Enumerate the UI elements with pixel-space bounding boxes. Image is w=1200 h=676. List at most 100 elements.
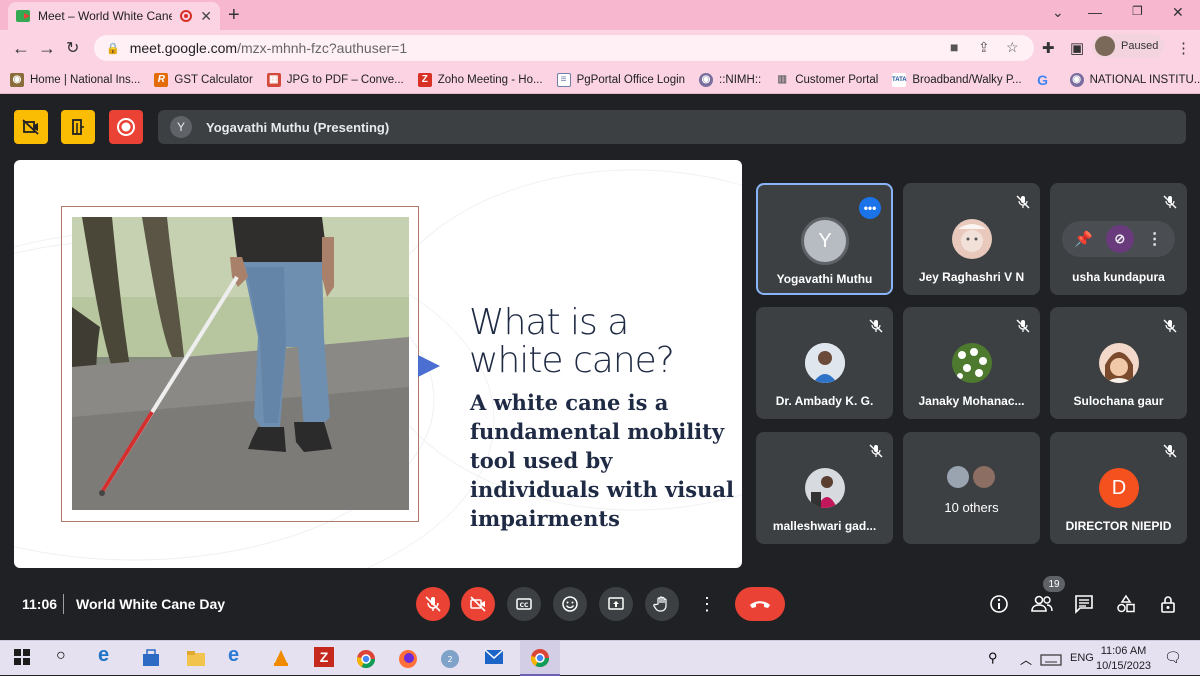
show-hidden-icons-chevron[interactable]: ︿ xyxy=(1020,651,1032,668)
captions-button[interactable]: CC xyxy=(507,587,541,621)
participant-tile[interactable]: malleshwari gad... xyxy=(756,432,893,544)
keyboard-icon[interactable] xyxy=(1040,653,1062,671)
chat-button[interactable] xyxy=(1074,594,1094,619)
activities-button[interactable] xyxy=(1116,594,1136,619)
participant-group-tile[interactable]: 10 others xyxy=(903,432,1040,544)
participant-name: malleshwari gad... xyxy=(772,519,877,533)
participant-avatar-photo xyxy=(1099,343,1139,383)
people-button[interactable] xyxy=(1031,594,1053,619)
slide-body: A white cane is a fundamental mobility t… xyxy=(470,390,734,531)
remote-desktop-icon[interactable]: 2 xyxy=(440,649,460,674)
presenter-label: Yogavathi Muthu (Presenting) xyxy=(206,119,390,135)
raise-hand-button[interactable] xyxy=(645,587,679,621)
mute-participant-icon[interactable]: ⊘ xyxy=(1105,225,1134,253)
bookmark-item[interactable]: ◉ NATIONAL INSTITU... xyxy=(1069,72,1200,87)
tile-more-icon[interactable]: ⋮ xyxy=(1147,229,1163,249)
leave-call-button[interactable] xyxy=(735,587,785,621)
participant-avatar-photo xyxy=(952,343,992,383)
participant-tile[interactable]: ••• Y Yogavathi Muthu xyxy=(756,183,893,295)
microphone-toggle-button[interactable] xyxy=(416,587,450,621)
reload-icon[interactable]: ↻ xyxy=(66,38,79,58)
filezilla-icon[interactable]: Z xyxy=(314,647,334,667)
mic-off-icon xyxy=(1163,444,1177,461)
building-icon xyxy=(72,119,84,135)
companion-mode-indicator[interactable] xyxy=(61,110,95,144)
bookmark-item[interactable]: Z Zoho Meeting - Ho... xyxy=(417,72,543,87)
store-icon[interactable] xyxy=(142,649,160,672)
lock-icon[interactable]: 🔒 xyxy=(106,42,120,55)
bookmark-item[interactable]: ▦ JPG to PDF – Conve... xyxy=(266,72,404,87)
present-screen-button[interactable] xyxy=(599,587,633,621)
host-controls-button[interactable] xyxy=(1158,594,1178,619)
profile-status: Paused xyxy=(1121,40,1159,52)
url-path: /mzx-mhnh-fzc?authuser=1 xyxy=(237,40,408,56)
participant-tile[interactable]: Dr. Ambady K. G. xyxy=(756,307,893,419)
bookmark-item[interactable]: ◉ Home | National Ins... xyxy=(10,72,140,87)
bookmarks-bar: ◉ Home | National Ins... R GST Calculator … xyxy=(0,66,1200,94)
meeting-details-button[interactable] xyxy=(989,594,1009,619)
closed-captions-icon: CC xyxy=(516,598,532,610)
new-tab-icon[interactable]: + xyxy=(228,4,240,27)
notifications-icon[interactable]: 🗨 xyxy=(1164,649,1182,666)
presenting-bar: Y Yogavathi Muthu (Presenting) xyxy=(158,110,1186,144)
chrome-active-icon[interactable] xyxy=(520,641,560,676)
participant-name: Jey Raghashri V N xyxy=(918,270,1025,284)
vlc-icon[interactable] xyxy=(272,649,290,672)
chrome-icon[interactable] xyxy=(356,649,376,674)
camera-off-indicator[interactable] xyxy=(14,110,48,144)
bookmark-item[interactable]: ◉::NIMH:: xyxy=(699,72,761,87)
firefox-icon[interactable] xyxy=(398,649,418,674)
close-window-icon[interactable]: ✕ xyxy=(1172,4,1184,21)
profile-button[interactable]: Paused xyxy=(1092,34,1164,58)
participant-tile[interactable]: Janaky Mohanac... xyxy=(903,307,1040,419)
menu-kebab-icon[interactable]: ⋮ xyxy=(1176,39,1191,57)
share-icon[interactable]: ⇪ xyxy=(978,39,990,56)
mail-icon[interactable] xyxy=(484,649,504,670)
camera-toggle-button[interactable] xyxy=(461,587,495,621)
bookmark-item[interactable]: ▥ Customer Portal xyxy=(775,73,878,87)
language-indicator[interactable]: ENG xyxy=(1070,652,1094,664)
mic-off-icon xyxy=(1163,195,1177,212)
bookmark-item[interactable]: ≡ PgPortal Office Login xyxy=(556,72,685,87)
extensions-icon[interactable]: ✚ xyxy=(1042,39,1055,57)
participant-tile[interactable]: Sulochana gaur xyxy=(1050,307,1187,419)
pin-icon[interactable]: 📌 xyxy=(1074,230,1093,248)
edge-legacy-icon[interactable]: e xyxy=(98,644,109,667)
address-bar[interactable]: 🔒 meet.google.com/mzx-mhnh-fzc?authuser=… xyxy=(94,35,1034,61)
bookmark-item[interactable]: G xyxy=(1036,72,1056,88)
meet-logo-icon xyxy=(16,10,30,22)
bookmark-item[interactable]: R GST Calculator xyxy=(154,72,253,87)
participant-name: DIRECTOR NIEPID xyxy=(1065,519,1172,533)
participant-tile[interactable]: Jey Raghashri V N xyxy=(903,183,1040,295)
back-icon[interactable]: ← xyxy=(12,38,30,59)
search-circle-icon[interactable]: ○ xyxy=(56,647,66,665)
bookmark-star-icon[interactable]: ☆ xyxy=(1006,39,1019,56)
participant-avatar-photo xyxy=(952,219,992,259)
restore-icon[interactable]: ❐ xyxy=(1132,4,1143,18)
participant-tile[interactable]: D DIRECTOR NIEPID xyxy=(1050,432,1187,544)
participant-avatar-photo xyxy=(805,468,845,508)
group-avatar-1 xyxy=(947,466,969,488)
reactions-button[interactable] xyxy=(553,587,587,621)
presentation-slide: What is a white cane? A white cane is a … xyxy=(14,160,742,568)
windows-start-icon[interactable] xyxy=(14,649,30,670)
file-explorer-icon[interactable] xyxy=(186,649,206,672)
people-tray-icon[interactable]: ⚲ xyxy=(988,650,998,666)
close-tab-icon[interactable]: ✕ xyxy=(200,8,212,25)
participant-name: Yogavathi Muthu xyxy=(776,272,873,286)
internet-explorer-icon[interactable]: e xyxy=(228,644,239,667)
side-panel-icon[interactable]: ▣ xyxy=(1070,39,1084,57)
camera-in-use-icon[interactable]: ■ xyxy=(950,39,958,55)
tab-meet[interactable]: Meet – World White Cane D ✕ xyxy=(8,2,220,30)
bookmark-item[interactable]: TATA Broadband/Walky P... xyxy=(892,72,1022,87)
forward-icon[interactable]: → xyxy=(38,38,56,59)
minimize-icon[interactable]: — xyxy=(1088,4,1102,20)
system-clock[interactable]: 11:06 AM 10/15/2023 xyxy=(1096,644,1151,674)
more-options-icon[interactable]: ••• xyxy=(859,197,881,219)
participant-tile[interactable]: 📌 ⊘ ⋮ usha kundapura xyxy=(1050,183,1187,295)
more-options-button[interactable]: ⋮ xyxy=(690,587,724,621)
tile-hover-controls: 📌 ⊘ ⋮ xyxy=(1062,221,1175,257)
tab-search-chevron-icon[interactable]: ⌄ xyxy=(1052,4,1064,21)
participant-count-badge: 19 xyxy=(1043,576,1065,592)
recording-indicator[interactable] xyxy=(109,110,143,144)
